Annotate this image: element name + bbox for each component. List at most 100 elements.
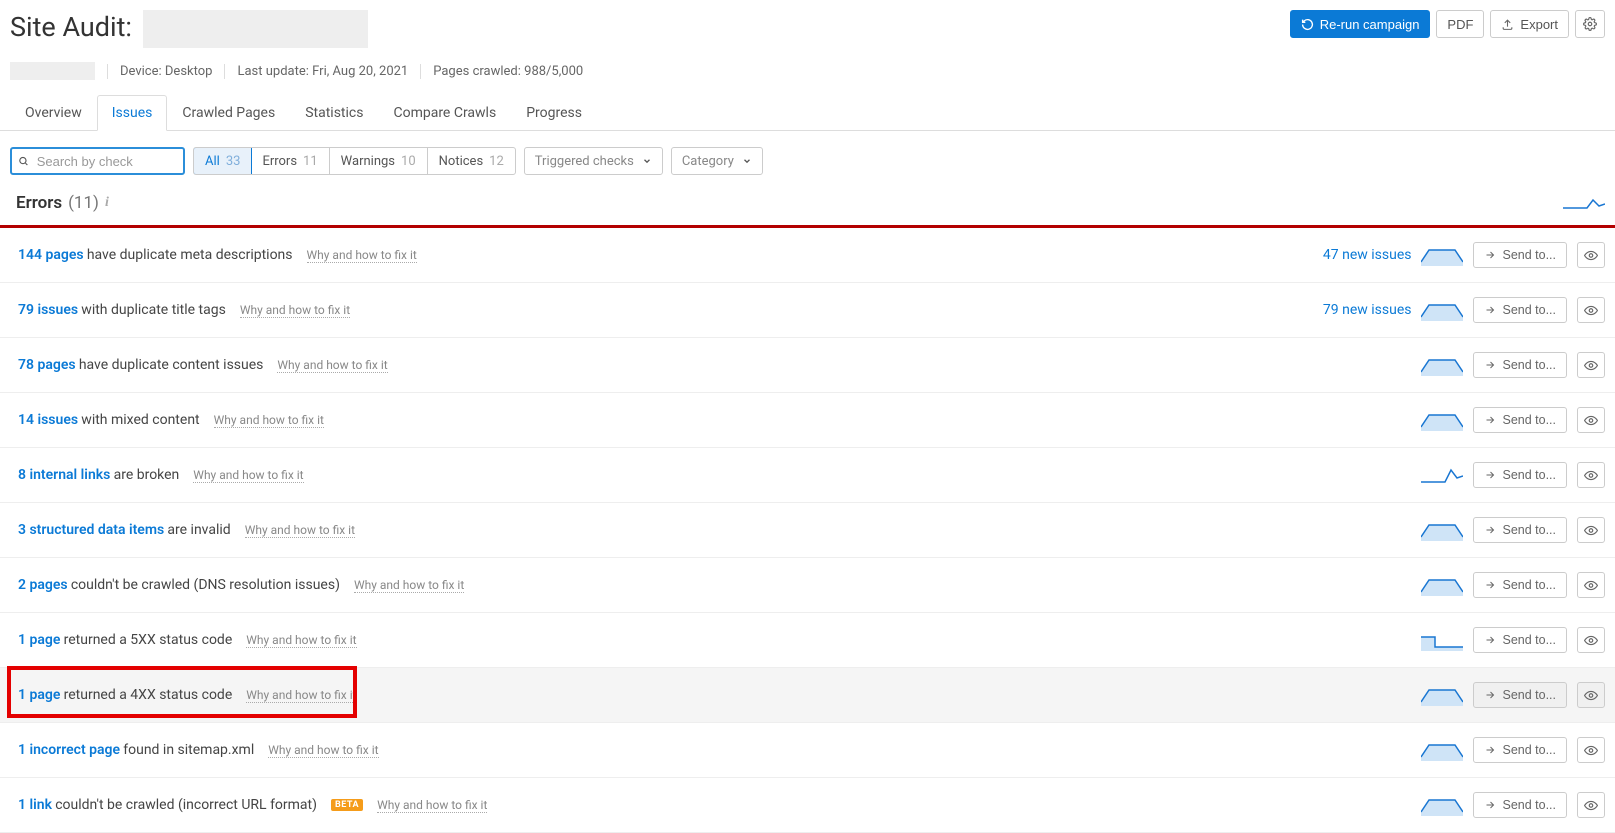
view-button[interactable]	[1577, 627, 1605, 653]
search-input-wrap[interactable]	[10, 147, 185, 175]
arrow-right-icon	[1484, 414, 1496, 426]
fix-link[interactable]: Why and how to fix it	[214, 413, 324, 428]
send-to-button[interactable]: Send to...	[1473, 352, 1567, 378]
send-to-button[interactable]: Send to...	[1473, 407, 1567, 433]
issue-link[interactable]: 1 link couldn't be crawled (incorrect UR…	[18, 797, 317, 813]
refresh-icon	[1301, 18, 1314, 31]
send-to-button[interactable]: Send to...	[1473, 737, 1567, 763]
meta-redacted	[10, 62, 95, 80]
export-label: Export	[1520, 17, 1558, 32]
pdf-button[interactable]: PDF	[1436, 10, 1484, 38]
issue-link[interactable]: 1 incorrect page found in sitemap.xml	[18, 742, 254, 758]
view-button[interactable]	[1577, 462, 1605, 488]
info-icon[interactable]: i	[105, 195, 109, 211]
rerun-label: Re-run campaign	[1320, 17, 1420, 32]
issue-row: 78 pages have duplicate content issues Wh…	[0, 338, 1615, 393]
arrow-right-icon	[1484, 689, 1496, 701]
issue-link[interactable]: 1 page returned a 5XX status code	[18, 632, 232, 648]
issue-link[interactable]: 8 internal links are broken	[18, 467, 179, 483]
send-to-button[interactable]: Send to...	[1473, 462, 1567, 488]
send-to-button[interactable]: Send to...	[1473, 792, 1567, 818]
fix-link[interactable]: Why and how to fix it	[268, 743, 378, 758]
chevron-down-icon	[742, 156, 752, 166]
issue-row: 79 issues with duplicate title tags Why a…	[0, 283, 1615, 338]
view-button[interactable]	[1577, 407, 1605, 433]
new-issues-link[interactable]: 47 new issues	[1323, 247, 1412, 263]
title-prefix: Site Audit:	[10, 11, 132, 43]
fix-link[interactable]: Why and how to fix it	[377, 798, 487, 813]
category-dropdown[interactable]: Category	[671, 147, 763, 175]
send-to-button[interactable]: Send to...	[1473, 572, 1567, 598]
arrow-right-icon	[1484, 359, 1496, 371]
fix-link[interactable]: Why and how to fix it	[240, 303, 350, 318]
eye-icon	[1584, 468, 1598, 483]
view-button[interactable]	[1577, 572, 1605, 598]
export-icon	[1501, 18, 1514, 31]
sparkline-header	[1563, 194, 1605, 212]
tab-statistics[interactable]: Statistics	[290, 95, 378, 131]
fix-link[interactable]: Why and how to fix it	[246, 633, 356, 648]
fix-link[interactable]: Why and how to fix it	[277, 358, 387, 373]
issue-link[interactable]: 78 pages have duplicate content issues	[18, 357, 263, 373]
issue-link[interactable]: 1 page returned a 4XX status code	[18, 687, 232, 703]
meta-last-update: Last update: Fri, Aug 20, 2021	[224, 64, 420, 79]
segment-all[interactable]: All33	[193, 147, 252, 175]
view-button[interactable]	[1577, 682, 1605, 708]
export-button[interactable]: Export	[1490, 10, 1569, 38]
arrow-right-icon	[1484, 579, 1496, 591]
fix-link[interactable]: Why and how to fix it	[245, 523, 355, 538]
tab-progress[interactable]: Progress	[511, 95, 597, 131]
fix-link[interactable]: Why and how to fix it	[246, 688, 356, 703]
issue-link[interactable]: 2 pages couldn't be crawled (DNS resolut…	[18, 577, 340, 593]
pdf-label: PDF	[1447, 17, 1473, 32]
search-input[interactable]	[35, 153, 177, 170]
send-to-button[interactable]: Send to...	[1473, 517, 1567, 543]
issue-link[interactable]: 144 pages have duplicate meta descriptio…	[18, 247, 293, 263]
issue-link[interactable]: 79 issues with duplicate title tags	[18, 302, 226, 318]
settings-button[interactable]	[1575, 10, 1605, 38]
arrow-right-icon	[1484, 634, 1496, 646]
view-button[interactable]	[1577, 737, 1605, 763]
filter-segments: All33Errors11Warnings10Notices12	[193, 147, 516, 175]
segment-warnings[interactable]: Warnings10	[330, 148, 428, 174]
triggered-checks-dropdown[interactable]: Triggered checks	[524, 147, 663, 175]
segment-notices[interactable]: Notices12	[428, 148, 515, 174]
view-button[interactable]	[1577, 352, 1605, 378]
meta-device: Device: Desktop	[107, 64, 224, 79]
segment-errors[interactable]: Errors11	[251, 148, 329, 174]
rerun-campaign-button[interactable]: Re-run campaign	[1290, 10, 1431, 38]
tab-compare-crawls[interactable]: Compare Crawls	[378, 95, 511, 131]
eye-icon	[1584, 688, 1598, 703]
issue-row: 1 incorrect page found in sitemap.xml Why…	[0, 723, 1615, 778]
new-issues-link[interactable]: 79 new issues	[1323, 302, 1412, 318]
issue-row: 144 pages have duplicate meta descriptio…	[0, 228, 1615, 283]
send-to-button[interactable]: Send to...	[1473, 242, 1567, 268]
fix-link[interactable]: Why and how to fix it	[354, 578, 464, 593]
view-button[interactable]	[1577, 517, 1605, 543]
tabs: OverviewIssuesCrawled PagesStatisticsCom…	[0, 94, 1615, 131]
tab-crawled-pages[interactable]: Crawled Pages	[167, 95, 290, 131]
arrow-right-icon	[1484, 469, 1496, 481]
issue-link[interactable]: 3 structured data items are invalid	[18, 522, 231, 538]
fix-link[interactable]: Why and how to fix it	[193, 468, 303, 483]
view-button[interactable]	[1577, 242, 1605, 268]
send-to-button[interactable]: Send to...	[1473, 627, 1567, 653]
gear-icon	[1583, 17, 1597, 31]
dd-label: Category	[682, 154, 734, 169]
eye-icon	[1584, 248, 1598, 263]
view-button[interactable]	[1577, 297, 1605, 323]
tab-issues[interactable]: Issues	[97, 95, 168, 131]
issue-row: 1 page returned a 5XX status code Why and…	[0, 613, 1615, 668]
tab-overview[interactable]: Overview	[10, 95, 97, 131]
issue-link[interactable]: 14 issues with mixed content	[18, 412, 200, 428]
title-redacted	[143, 10, 368, 48]
arrow-right-icon	[1484, 799, 1496, 811]
fix-link[interactable]: Why and how to fix it	[307, 248, 417, 263]
issue-row: 1 link couldn't be crawled (incorrect UR…	[0, 778, 1615, 833]
send-to-button[interactable]: Send to...	[1473, 297, 1567, 323]
beta-badge: BETA	[331, 799, 363, 811]
meta-pages-crawled: Pages crawled: 988/5,000	[420, 64, 595, 79]
meta-row: Device: Desktop Last update: Fri, Aug 20…	[10, 62, 1605, 80]
view-button[interactable]	[1577, 792, 1605, 818]
send-to-button[interactable]: Send to...	[1473, 682, 1567, 708]
